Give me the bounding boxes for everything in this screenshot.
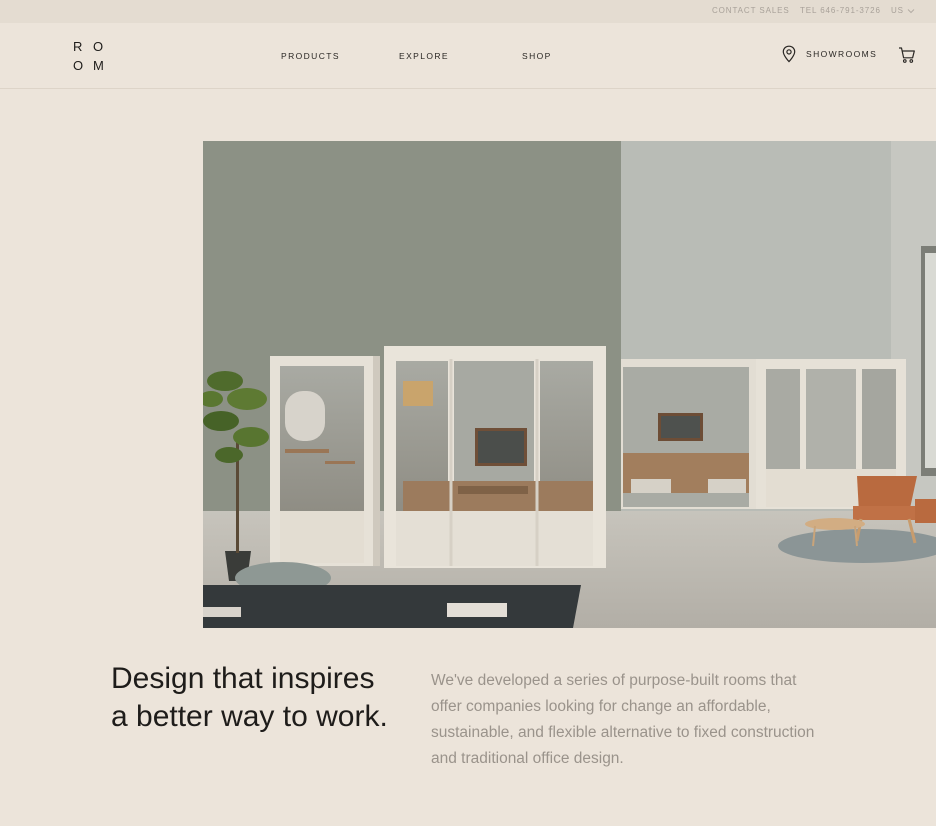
- logo[interactable]: R O O M: [73, 37, 113, 75]
- contact-sales-link[interactable]: CONTACT SALES: [712, 6, 790, 15]
- region-selector[interactable]: US: [891, 6, 915, 15]
- showrooms-label: SHOWROOMS: [806, 49, 878, 59]
- logo-letter: O: [93, 39, 105, 54]
- cart-icon[interactable]: [898, 46, 916, 64]
- chevron-down-icon: [907, 8, 915, 13]
- office-phone-booths-photo: [203, 141, 936, 628]
- site-header: R O O M PRODUCTS EXPLORE SHOP SHOWROOMS: [0, 23, 936, 89]
- map-pin-icon: [782, 45, 796, 63]
- logo-letter: O: [73, 58, 85, 73]
- page-headline: Design that inspires a better way to wor…: [111, 662, 388, 733]
- showrooms-link[interactable]: SHOWROOMS: [781, 45, 877, 63]
- phone-number-link[interactable]: TEL 646-791-3726: [800, 6, 881, 15]
- utility-bar: CONTACT SALES TEL 646-791-3726 US: [0, 0, 936, 23]
- nav-explore[interactable]: EXPLORE: [399, 51, 449, 61]
- nav-products[interactable]: PRODUCTS: [281, 51, 340, 61]
- nav-shop[interactable]: SHOP: [522, 51, 552, 61]
- hero-image: [203, 141, 936, 628]
- logo-letter: M: [93, 58, 105, 73]
- logo-letter: R: [73, 39, 84, 54]
- region-label: US: [891, 6, 904, 15]
- intro-description: We've developed a series of purpose-buil…: [431, 672, 815, 767]
